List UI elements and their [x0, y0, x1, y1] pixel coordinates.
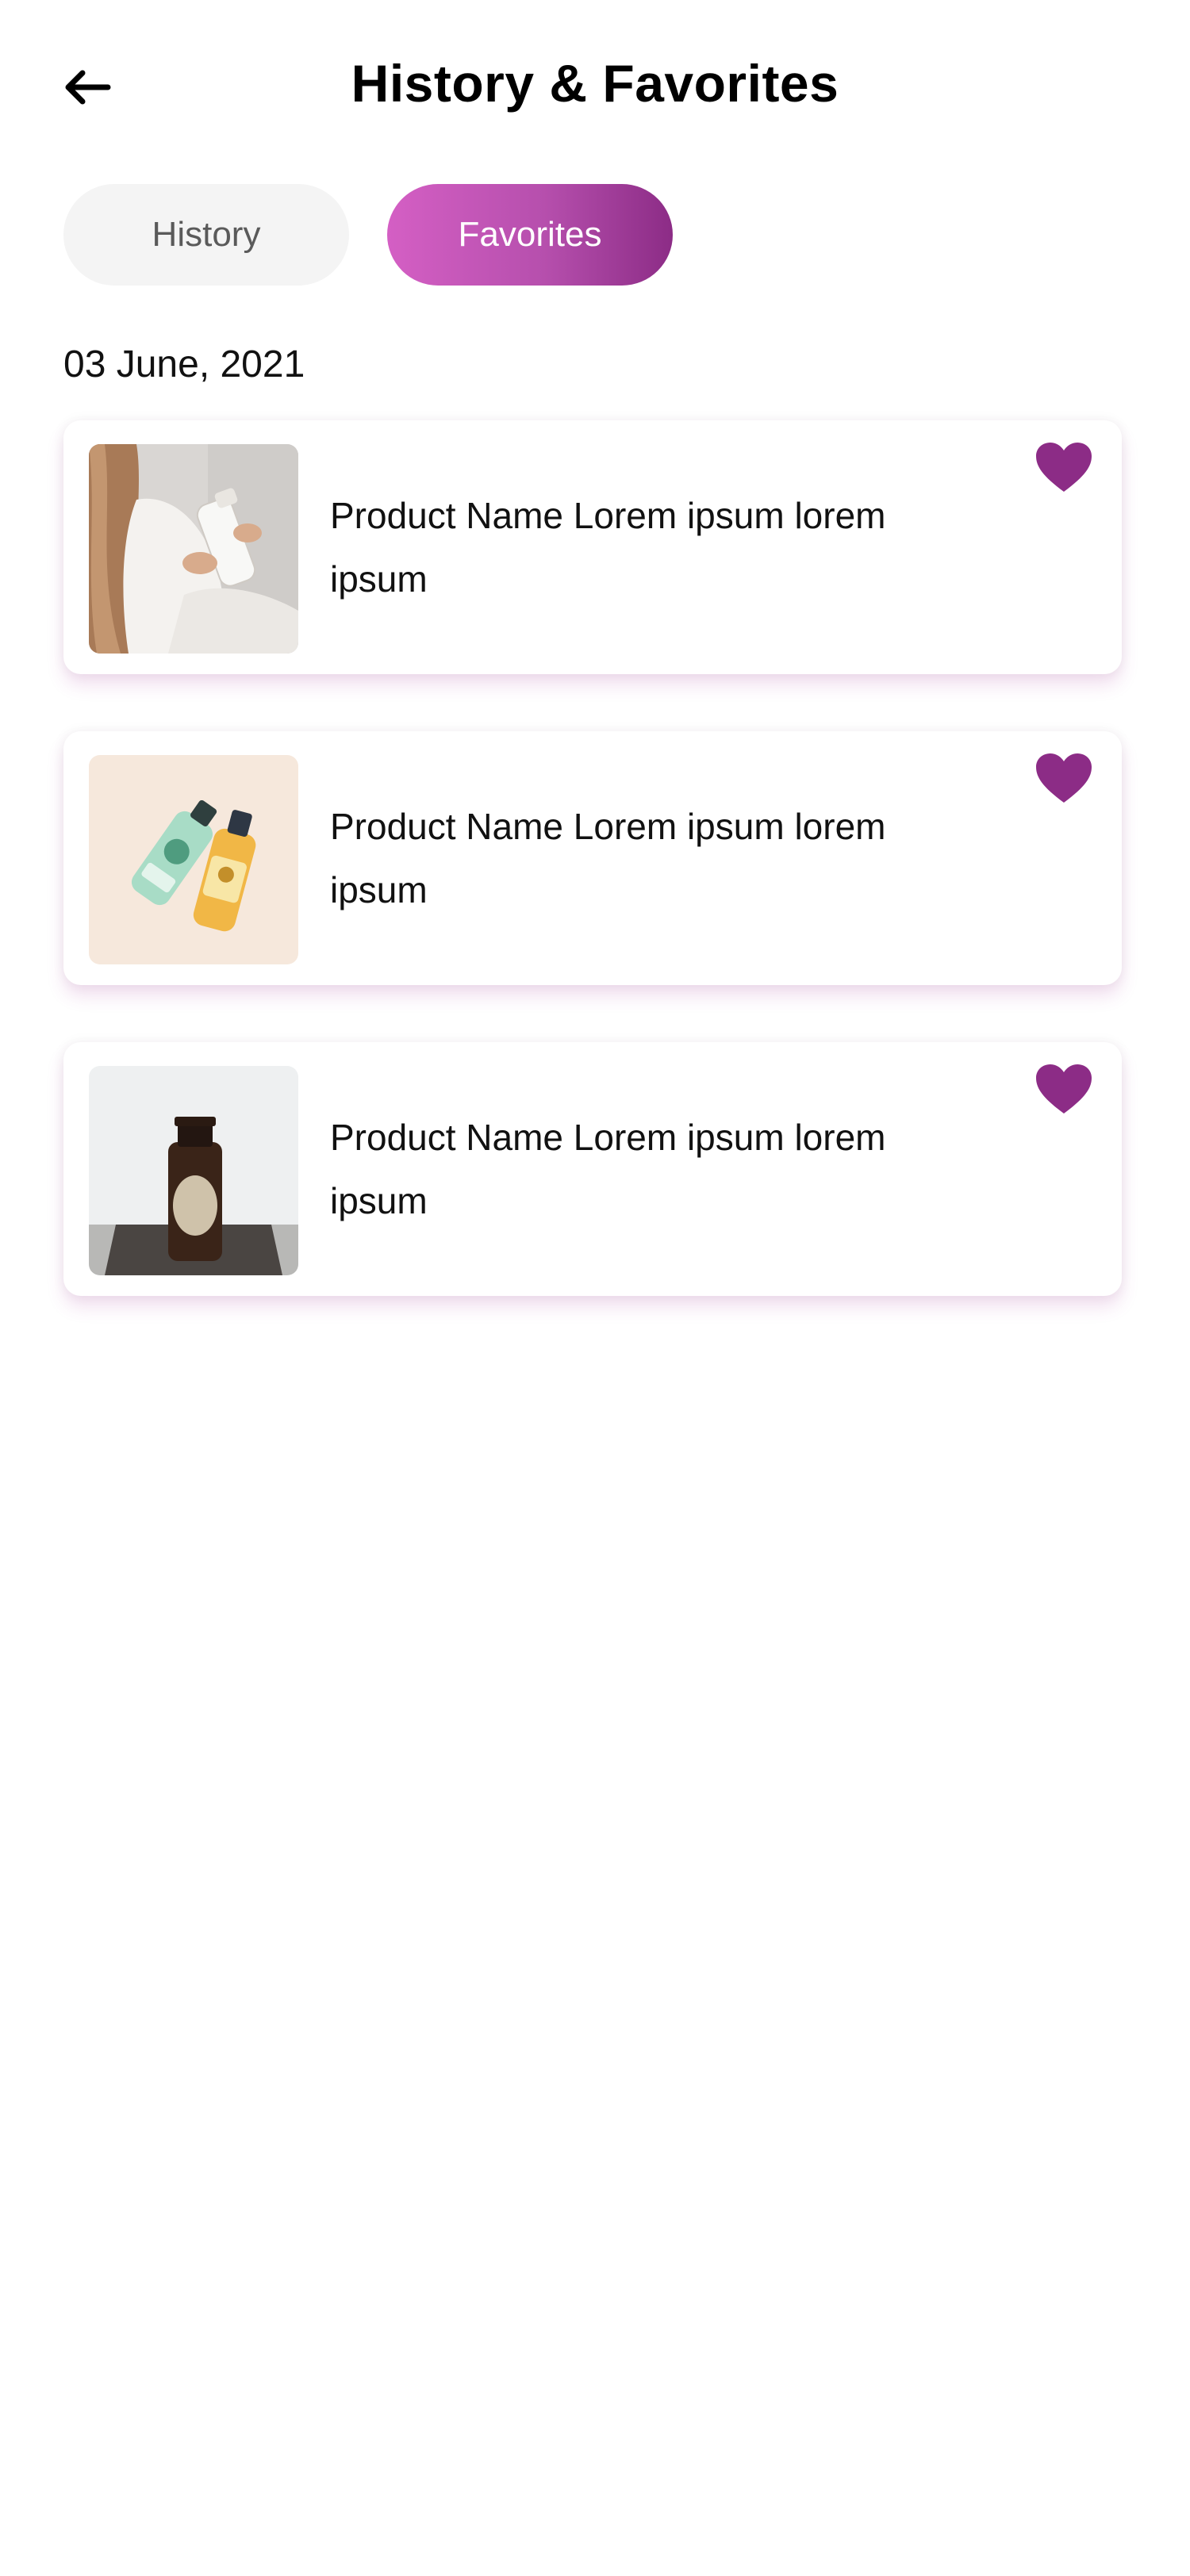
tab-bar: History Favorites — [63, 184, 673, 286]
favorite-card[interactable]: Product Name Lorem ipsum lorem ipsum — [63, 420, 1122, 674]
product-image — [89, 1066, 298, 1275]
product-name: Product Name Lorem ipsum lorem ipsum — [330, 806, 886, 910]
favorite-card[interactable]: Product Name Lorem ipsum lorem ipsum — [63, 731, 1122, 985]
favorite-card[interactable]: Product Name Lorem ipsum lorem ipsum — [63, 1042, 1122, 1296]
heart-icon[interactable] — [1035, 441, 1093, 493]
product-image — [89, 755, 298, 964]
app-header: History & Favorites — [0, 0, 1190, 167]
tab-history[interactable]: History — [63, 184, 349, 286]
product-name: Product Name Lorem ipsum lorem ipsum — [330, 1117, 886, 1221]
heart-icon[interactable] — [1035, 1063, 1093, 1115]
heart-icon[interactable] — [1035, 752, 1093, 804]
product-image — [89, 444, 298, 654]
product-name: Product Name Lorem ipsum lorem ipsum — [330, 495, 886, 600]
date-heading: 03 June, 2021 — [63, 343, 305, 385]
favorites-list: Product Name Lorem ipsum lorem ipsum Pro… — [63, 420, 1122, 1353]
tab-favorites[interactable]: Favorites — [387, 184, 673, 286]
page-title: History & Favorites — [351, 54, 839, 113]
